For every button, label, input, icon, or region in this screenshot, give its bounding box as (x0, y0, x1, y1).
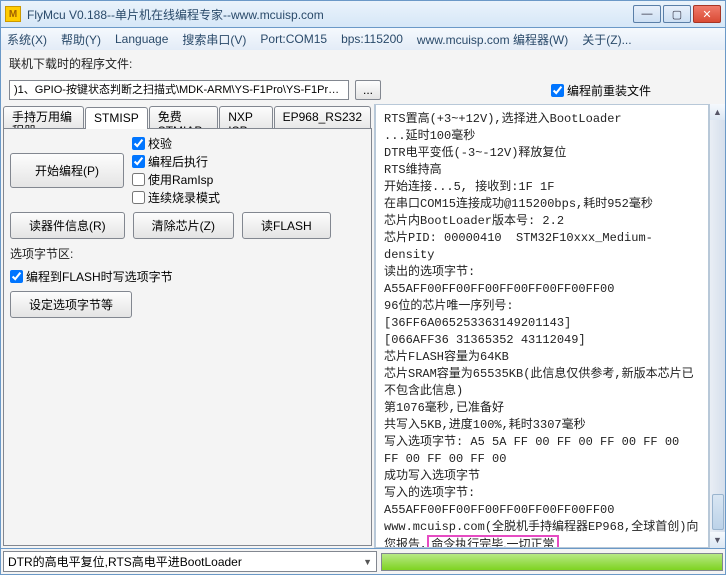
content: 手持万用编程器 STMISP 免费STMIAP NXP ISP EP968_RS… (0, 104, 726, 549)
log-scrollbar[interactable]: ▲ ▼ (709, 104, 725, 548)
titlebar: M FlyMcu V0.188--单片机在线编程专家--www.mcuisp.c… (0, 0, 726, 28)
file-label: 联机下载时的程序文件: (9, 55, 132, 72)
tab-stmisp[interactable]: STMISP (85, 107, 148, 129)
menubar: 系统(X) 帮助(Y) Language 搜索串口(V) Port:COM15 … (0, 28, 726, 50)
verify-checkbox[interactable]: 校验 (132, 135, 220, 152)
app-icon: M (5, 6, 21, 22)
progress-bar (381, 553, 723, 571)
cont-burn-checkbox[interactable]: 连续烧录模式 (132, 189, 220, 206)
menu-search-port[interactable]: 搜索串口(V) (182, 31, 246, 48)
menu-help[interactable]: 帮助(Y) (61, 31, 101, 48)
bottom-row: DTR的高电平复位,RTS高电平进BootLoader ▼ (0, 549, 726, 575)
progress-fill (382, 554, 722, 570)
menu-language[interactable]: Language (115, 32, 168, 46)
progress-wrap (381, 551, 723, 572)
file-path-row: )1、GPIO-按键状态判断之扫描式\MDK-ARM\YS-F1Pro\YS-F… (0, 76, 726, 104)
menu-about[interactable]: 关于(Z)... (582, 31, 631, 48)
read-device-info-button[interactable]: 读器件信息(R) (10, 212, 125, 239)
tab-ep968[interactable]: EP968_RS232 (274, 106, 371, 128)
reload-checkbox-input[interactable] (551, 84, 564, 97)
write-opt-checkbox[interactable]: 编程到FLASH时写选项字节 (10, 268, 365, 285)
menu-site[interactable]: www.mcuisp.com 编程器(W) (417, 31, 568, 48)
tab-handheld[interactable]: 手持万用编程器 (3, 106, 84, 128)
tab-stmiap[interactable]: 免费STMIAP (149, 106, 219, 128)
use-ramisp-checkbox[interactable]: 使用RamIsp (132, 171, 220, 188)
file-path-input[interactable]: )1、GPIO-按键状态判断之扫描式\MDK-ARM\YS-F1Pro\YS-F… (9, 80, 349, 100)
erase-chip-button[interactable]: 清除芯片(Z) (133, 212, 234, 239)
opt-area-label: 选项字节区: (10, 245, 365, 262)
log-output[interactable]: RTS置高(+3~+12V),选择进入BootLoader ...延时100毫秒… (375, 104, 709, 548)
tab-body: 开始编程(P) 校验 编程后执行 使用RamIsp 连续烧录模式 读器件信息(R… (3, 128, 372, 546)
window-title: FlyMcu V0.188--单片机在线编程专家--www.mcuisp.com (27, 6, 633, 23)
scroll-track[interactable] (710, 120, 725, 532)
scroll-down-icon[interactable]: ▼ (710, 532, 725, 548)
window-controls: — ▢ ✕ (633, 5, 721, 23)
reset-mode-combo[interactable]: DTR的高电平复位,RTS高电平进BootLoader ▼ (3, 551, 377, 572)
start-program-button[interactable]: 开始编程(P) (10, 153, 124, 188)
tab-nxpisp[interactable]: NXP ISP (219, 106, 272, 128)
scroll-thumb[interactable] (712, 494, 724, 530)
run-after-checkbox[interactable]: 编程后执行 (132, 153, 220, 170)
tabs: 手持万用编程器 STMISP 免费STMIAP NXP ISP EP968_RS… (3, 106, 372, 128)
read-flash-button[interactable]: 读FLASH (242, 212, 331, 239)
combo-value: DTR的高电平复位,RTS高电平进BootLoader (8, 553, 242, 570)
menu-system[interactable]: 系统(X) (7, 31, 47, 48)
chevron-down-icon: ▼ (363, 557, 372, 567)
reload-label: 编程前重装文件 (567, 82, 651, 99)
set-opt-bytes-button[interactable]: 设定选项字节等 (10, 291, 132, 318)
maximize-button[interactable]: ▢ (663, 5, 691, 23)
reload-before-prog-checkbox[interactable]: 编程前重装文件 (551, 82, 651, 99)
scroll-up-icon[interactable]: ▲ (710, 104, 725, 120)
menu-bps[interactable]: bps:115200 (341, 32, 403, 46)
left-pane: 手持万用编程器 STMISP 免费STMIAP NXP ISP EP968_RS… (1, 104, 375, 548)
menu-port[interactable]: Port:COM15 (260, 32, 327, 46)
file-row: 联机下载时的程序文件: (0, 50, 726, 76)
close-button[interactable]: ✕ (693, 5, 721, 23)
right-pane: RTS置高(+3~+12V),选择进入BootLoader ...延时100毫秒… (375, 104, 725, 548)
minimize-button[interactable]: — (633, 5, 661, 23)
browse-button[interactable]: ... (355, 80, 381, 100)
